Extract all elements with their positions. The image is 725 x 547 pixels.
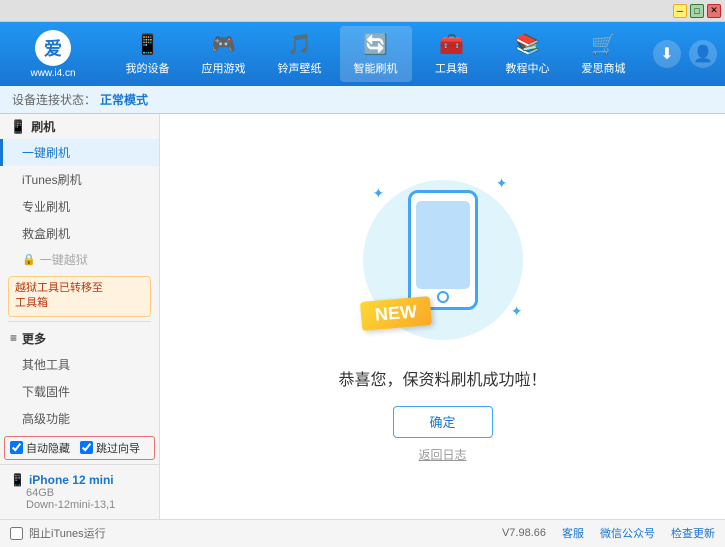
download-fw-label: 下载固件: [22, 385, 70, 399]
ringtone-icon: 🎵: [287, 32, 312, 57]
phone-illustration: NEW ✦ ✦ ✦: [353, 170, 533, 350]
bottom-right: 客服 微信公众号 检查更新: [562, 525, 715, 541]
sidebar-save-flash-label: 救盒刷机: [22, 227, 70, 241]
sidebar-itunes-flash-label: iTunes刷机: [22, 173, 82, 187]
block-itunes-checkbox[interactable]: [10, 527, 23, 540]
nav-smart-flash[interactable]: 🔄 智能刷机: [340, 26, 412, 82]
device-model: Down-12mini-13,1: [10, 499, 149, 511]
status-label: 设备连接状态：: [12, 91, 96, 108]
sidebar-section-more: ≡ 更多: [0, 326, 159, 351]
checkbox-area: 自动隐藏 跳过向导: [4, 436, 155, 460]
bottom-center: V7.98.66: [502, 527, 546, 539]
sidebar: 📱 刷机 一键刷机 iTunes刷机 专业刷机 救盒刷机 🔒 一键越狱 越狱工具…: [0, 114, 160, 519]
status-bar: 设备连接状态： 正常模式: [0, 86, 725, 114]
new-badge: NEW: [359, 296, 431, 331]
title-bar: ─ □ ✕: [0, 0, 725, 22]
via-wizard-checkbox[interactable]: [80, 441, 93, 454]
success-text: 恭喜您，保资料刷机成功啦！: [338, 366, 546, 390]
nav-ringtone[interactable]: 🎵 铃声壁纸: [264, 26, 336, 82]
grayed-jailbreak-label: 一键越狱: [40, 251, 88, 268]
sidebar-item-advanced[interactable]: 高级功能: [0, 405, 159, 432]
sidebar-pro-flash-label: 专业刷机: [22, 200, 70, 214]
phone-body: [408, 190, 478, 310]
back-today-link[interactable]: 返回日志: [418, 446, 466, 463]
nav-toolbox-label: 工具箱: [435, 60, 468, 76]
main-row: 📱 刷机 一键刷机 iTunes刷机 专业刷机 救盒刷机 🔒 一键越狱 越狱工具…: [0, 114, 725, 519]
nav-right-controls: ⬇ 👤: [653, 40, 717, 68]
nav-store-label: 爱思商城: [582, 60, 626, 76]
status-value: 正常模式: [100, 91, 148, 108]
sidebar-item-save-flash[interactable]: 救盒刷机: [0, 220, 159, 247]
nav-apps-label: 应用游戏: [202, 60, 246, 76]
sparkle-icon-1: ✦: [373, 185, 385, 202]
sidebar-section-flash: 📱 刷机: [0, 114, 159, 139]
account-button[interactable]: 👤: [689, 40, 717, 68]
device-icon: 📱: [10, 473, 25, 487]
nav-smart-flash-label: 智能刷机: [354, 60, 398, 76]
nav-items: 📱 我的设备 🎮 应用游戏 🎵 铃声壁纸 🔄 智能刷机 🧰 工具箱 📚 教程中心…: [98, 26, 653, 82]
nav-toolbox[interactable]: 🧰 工具箱: [416, 26, 488, 82]
sidebar-item-download-fw[interactable]: 下载固件: [0, 378, 159, 405]
auto-hide-label: 自动隐藏: [26, 440, 70, 456]
minimize-button[interactable]: ─: [673, 4, 687, 18]
device-name: 📱 iPhone 12 mini: [10, 473, 149, 487]
other-tools-label: 其他工具: [22, 358, 70, 372]
smart-flash-icon: 🔄: [363, 32, 388, 57]
flash-section-icon: 📱: [10, 119, 26, 135]
sidebar-item-one-key-flash[interactable]: 一键刷机: [0, 139, 159, 166]
my-device-icon: 📱: [135, 32, 160, 57]
nav-my-device-label: 我的设备: [126, 60, 170, 76]
apps-icon: 🎮: [211, 32, 236, 57]
sparkle-icon-2: ✦: [496, 175, 508, 192]
jailbreak-notice: 越狱工具已转移至 工具箱: [8, 276, 151, 317]
phone-home: [437, 291, 449, 303]
phone-screen: [416, 201, 470, 289]
nav-ringtone-label: 铃声壁纸: [278, 60, 322, 76]
advanced-label: 高级功能: [22, 412, 70, 426]
toolbox-icon: 🧰: [439, 32, 464, 57]
confirm-button[interactable]: 确定: [393, 406, 493, 438]
flash-section-label: 刷机: [31, 118, 55, 135]
sidebar-one-key-flash-label: 一键刷机: [22, 146, 70, 160]
wechat-link[interactable]: 微信公众号: [600, 525, 655, 541]
store-icon: 🛒: [591, 32, 616, 57]
sidebar-scroll: 📱 刷机 一键刷机 iTunes刷机 专业刷机 救盒刷机 🔒 一键越狱 越狱工具…: [0, 114, 159, 432]
center-content: NEW ✦ ✦ ✦ 恭喜您，保资料刷机成功啦！ 确定 返回日志: [160, 114, 725, 519]
support-link[interactable]: 客服: [562, 525, 584, 541]
tutorial-icon: 📚: [515, 32, 540, 57]
more-section-label: 更多: [22, 330, 46, 347]
more-section-icon: ≡: [10, 331, 17, 345]
nav-tutorial[interactable]: 📚 教程中心: [492, 26, 564, 82]
device-storage: 64GB: [10, 487, 149, 499]
nav-my-device[interactable]: 📱 我的设备: [112, 26, 184, 82]
nav-apps[interactable]: 🎮 应用游戏: [188, 26, 260, 82]
sidebar-item-pro-flash[interactable]: 专业刷机: [0, 193, 159, 220]
logo-text: www.i4.cn: [30, 68, 75, 79]
nav-tutorial-label: 教程中心: [506, 60, 550, 76]
sparkle-icon-3: ✦: [511, 303, 523, 320]
sidebar-grayed-jailbreak: 🔒 一键越狱: [0, 247, 159, 272]
sidebar-divider: [8, 321, 151, 322]
update-link[interactable]: 检查更新: [671, 525, 715, 541]
sidebar-item-other-tools[interactable]: 其他工具: [0, 351, 159, 378]
bottom-left: 阻止iTunes运行: [10, 525, 486, 541]
nav-store[interactable]: 🛒 爱思商城: [568, 26, 640, 82]
logo-area[interactable]: 爱 www.i4.cn: [8, 30, 98, 79]
close-button[interactable]: ✕: [707, 4, 721, 18]
maximize-button[interactable]: □: [690, 4, 704, 18]
device-panel: 📱 iPhone 12 mini 64GB Down-12mini-13,1: [0, 464, 159, 519]
itunes-status: 阻止iTunes运行: [29, 525, 106, 541]
logo-icon: 爱: [35, 30, 71, 66]
top-nav: 爱 www.i4.cn 📱 我的设备 🎮 应用游戏 🎵 铃声壁纸 🔄 智能刷机 …: [0, 22, 725, 86]
device-name-text: iPhone 12 mini: [29, 473, 114, 487]
via-wizard-checkbox-label[interactable]: 跳过向导: [80, 440, 140, 456]
auto-hide-checkbox-label[interactable]: 自动隐藏: [10, 440, 70, 456]
auto-hide-checkbox[interactable]: [10, 441, 23, 454]
via-wizard-label: 跳过向导: [96, 440, 140, 456]
version-text: V7.98.66: [502, 527, 546, 539]
sidebar-item-itunes-flash[interactable]: iTunes刷机: [0, 166, 159, 193]
download-button[interactable]: ⬇: [653, 40, 681, 68]
